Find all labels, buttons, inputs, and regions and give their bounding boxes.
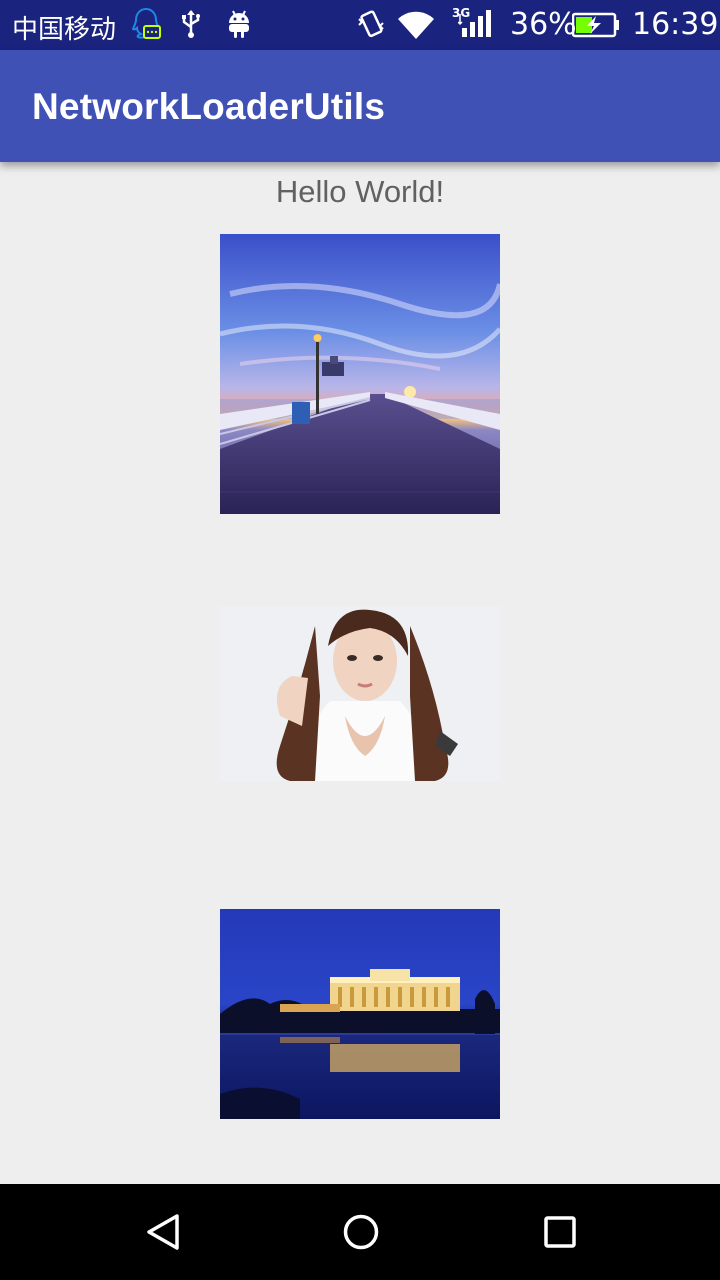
battery-percent: 36% (510, 7, 577, 42)
android-debug-icon (226, 8, 252, 44)
hello-text: Hello World! (275, 174, 445, 209)
night-building-reflection-image (220, 909, 500, 1119)
back-button[interactable] (143, 1212, 183, 1252)
qq-notification-icon (130, 7, 162, 45)
status-bar: 中国移动 3G 36% 16:39 (0, 0, 720, 50)
portrait-image (220, 606, 500, 781)
vibrate-icon (356, 9, 386, 43)
app-title: NetworkLoaderUtils (32, 86, 386, 127)
usb-icon (180, 9, 202, 43)
pier-sunset-image (220, 234, 500, 514)
wifi-icon (396, 11, 436, 45)
cell-signal-icon (457, 10, 492, 42)
navigation-bar (0, 1184, 720, 1280)
carrier-label: 中国移动 (12, 15, 117, 45)
home-button[interactable] (341, 1212, 381, 1252)
app-bar: NetworkLoaderUtils (0, 50, 720, 162)
recents-button[interactable] (540, 1212, 580, 1252)
battery-charging-icon (571, 12, 620, 42)
clock: 16:39 (632, 7, 719, 42)
